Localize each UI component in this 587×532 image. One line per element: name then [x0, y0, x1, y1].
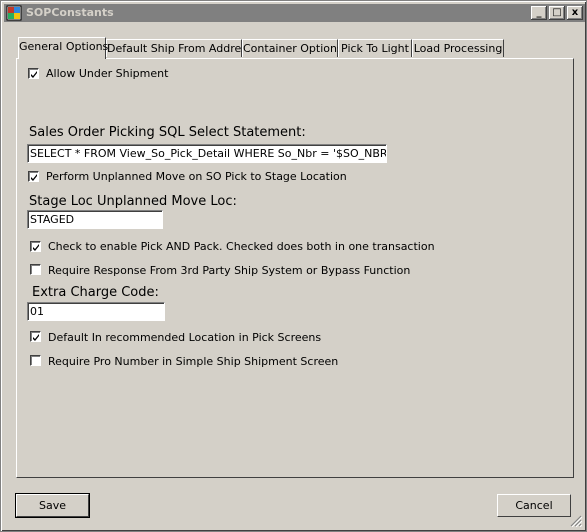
title-bar[interactable]: SOPConstants _ □ x: [4, 4, 585, 22]
pick-and-pack-label: Check to enable Pick AND Pack. Checked d…: [48, 240, 435, 253]
tab-container-options[interactable]: Container Options: [242, 39, 343, 57]
sql-statement-input[interactable]: SELECT * FROM View_So_Pick_Detail WHERE …: [27, 144, 387, 163]
general-options-panel: Allow Under Shipment Sales Order Picking…: [16, 58, 574, 478]
perform-unplanned-move-label: Perform Unplanned Move on SO Pick to Sta…: [46, 170, 347, 183]
perform-unplanned-move-checkbox[interactable]: [28, 171, 39, 182]
tab-strip: General Options Default Ship From Addres…: [16, 37, 576, 59]
tab-pick-to-light[interactable]: Pick To Light: [338, 39, 412, 57]
checkmark-icon: [33, 244, 39, 251]
sql-statement-label: Sales Order Picking SQL Select Statement…: [29, 125, 306, 140]
allow-under-shipment-checkbox[interactable]: [28, 68, 39, 79]
stage-loc-label: Stage Loc Unplanned Move Loc:: [29, 194, 237, 209]
tab-default-ship-from-address[interactable]: Default Ship From Address: [106, 39, 253, 57]
stage-loc-input[interactable]: STAGED: [27, 210, 163, 229]
tab-general-options[interactable]: General Options: [18, 37, 108, 59]
default-in-recommended-label: Default In recommended Location in Pick …: [48, 331, 322, 344]
checkmark-icon: [33, 334, 39, 341]
maximize-button[interactable]: □: [549, 6, 565, 20]
resize-grip-icon[interactable]: [570, 515, 582, 527]
require-response-checkbox[interactable]: [30, 264, 41, 275]
pick-and-pack-checkbox[interactable]: [30, 241, 41, 252]
save-button[interactable]: Save: [15, 493, 90, 518]
require-pro-number-checkbox[interactable]: [30, 355, 41, 366]
close-button[interactable]: x: [567, 6, 583, 20]
require-pro-number-label: Require Pro Number in Simple Ship Shipme…: [48, 355, 339, 368]
checkmark-icon: [31, 71, 37, 78]
minimize-button[interactable]: _: [531, 6, 547, 20]
cancel-button[interactable]: Cancel: [497, 494, 571, 517]
require-response-label: Require Response From 3rd Party Ship Sys…: [48, 264, 411, 277]
allow-under-shipment-label: Allow Under Shipment: [46, 67, 169, 80]
tab-load-processing[interactable]: Load Processing: [412, 39, 504, 57]
window: SOPConstants _ □ x General Options Defau…: [0, 0, 587, 532]
default-in-recommended-checkbox[interactable]: [30, 331, 41, 342]
app-icon: [6, 5, 22, 21]
checkmark-icon: [31, 174, 37, 181]
window-title: SOPConstants: [26, 6, 114, 19]
extra-charge-input[interactable]: 01: [27, 302, 165, 321]
extra-charge-label: Extra Charge Code:: [32, 285, 159, 300]
